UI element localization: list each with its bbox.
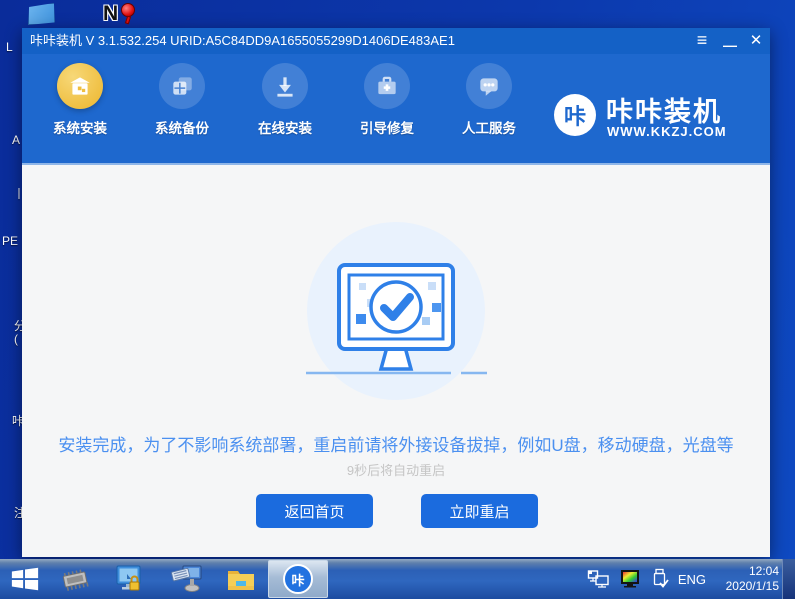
repair-toolbox-icon xyxy=(364,63,410,109)
taskbar: 咔 ENG 12:0 xyxy=(0,559,795,599)
desktop-icon-label[interactable]: A xyxy=(12,133,20,147)
download-icon xyxy=(262,63,308,109)
desktop-icon-label[interactable]: L xyxy=(6,40,13,54)
desktop-icon-label[interactable]: ( xyxy=(14,332,18,346)
red-key-stem xyxy=(125,16,131,25)
brand-logo: 咔 咔咔装机 WWW.KKZJ.COM xyxy=(554,92,742,156)
install-complete-message: 安装完成，为了不影响系统部署，重启前请将外接设备拔掉，例如U盘，移动硬盘，光盘等 xyxy=(22,431,770,456)
restart-button[interactable]: 立即重启 xyxy=(421,494,538,528)
nav-label: 在线安装 xyxy=(250,117,320,137)
nav-item-online-install[interactable]: 在线安装 xyxy=(250,63,320,137)
restart-countdown: 9秒后将自动重启 xyxy=(22,460,770,479)
usb-eject-icon[interactable] xyxy=(651,568,669,590)
nav-label: 人工服务 xyxy=(454,117,524,137)
system-tray: ENG 12:04 2020/1/15 xyxy=(587,559,779,599)
nav-item-boot-repair[interactable]: 引导修复 xyxy=(352,63,422,137)
nav-label: 引导修复 xyxy=(352,117,422,137)
language-indicator[interactable]: ENG xyxy=(678,572,706,587)
main-content: 安装完成，为了不影响系统部署，重启前请将外接设备拔掉，例如U盘，移动硬盘，光盘等… xyxy=(22,167,770,557)
taskbar-app-kaka[interactable]: 咔 xyxy=(268,560,328,598)
screen-lock-tool-icon[interactable] xyxy=(112,564,146,594)
memory-chip-icon[interactable] xyxy=(58,564,92,594)
minimize-icon[interactable]: — xyxy=(718,28,742,54)
kaka-app-icon: 咔 xyxy=(283,564,313,594)
windows-logo-icon xyxy=(10,566,40,592)
installer-window: 咔咔装机 V 3.1.532.254 URID:A5C84DD9A1655055… xyxy=(22,28,770,557)
nav-item-system-backup[interactable]: 系统备份 xyxy=(147,63,217,137)
clock-time: 12:04 xyxy=(715,564,779,579)
nav-bar: 系统安装 系统备份 在线安装 xyxy=(22,54,770,165)
clock-date: 2020/1/15 xyxy=(715,579,779,594)
home-button[interactable]: 返回首页 xyxy=(256,494,373,528)
taskbar-clock[interactable]: 12:04 2020/1/15 xyxy=(715,564,779,594)
close-icon[interactable]: ✕ xyxy=(744,28,768,54)
computer-keyboard-icon[interactable] xyxy=(170,564,204,594)
display-settings-icon[interactable] xyxy=(620,569,642,589)
window-title: 咔咔装机 V 3.1.532.254 URID:A5C84DD9A1655055… xyxy=(30,33,455,48)
desktop-pc-icon[interactable] xyxy=(28,3,55,25)
start-button[interactable] xyxy=(8,564,42,594)
chat-service-icon xyxy=(466,63,512,109)
titlebar[interactable]: 咔咔装机 V 3.1.532.254 URID:A5C84DD9A1655055… xyxy=(22,28,770,54)
nav-label: 系统备份 xyxy=(147,117,217,137)
folder-icon[interactable] xyxy=(224,564,258,594)
logo-url: WWW.KKZJ.COM xyxy=(607,124,727,139)
show-desktop-button[interactable] xyxy=(782,559,795,599)
monitor-check-icon xyxy=(301,261,491,379)
nav-item-human-service[interactable]: 人工服务 xyxy=(454,63,524,137)
backup-windows-icon xyxy=(159,63,205,109)
network-icon[interactable] xyxy=(587,569,611,589)
menu-icon[interactable]: ≡ xyxy=(690,28,714,54)
nav-item-system-install[interactable]: 系统安装 xyxy=(45,63,115,137)
netkey-letter: N xyxy=(103,2,118,25)
install-box-icon xyxy=(57,63,103,109)
logo-badge-icon: 咔 xyxy=(554,94,596,136)
nav-label: 系统安装 xyxy=(45,117,115,137)
desktop-netkey-icon[interactable]: N xyxy=(103,2,143,27)
